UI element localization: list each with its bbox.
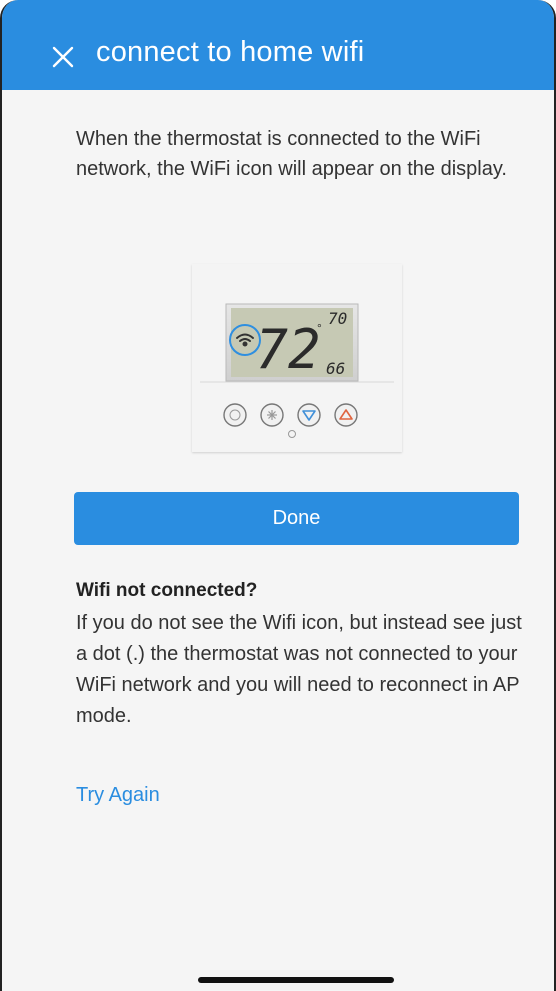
up-arrow-icon (334, 403, 358, 427)
header-bar: connect to home wifi (2, 0, 554, 90)
done-button[interactable]: Done (74, 492, 519, 545)
help-title: Wifi not connected? (76, 580, 258, 601)
close-button[interactable] (46, 40, 80, 74)
close-icon (52, 46, 74, 68)
help-text: If you do not see the Wifi icon, but ins… (76, 612, 522, 727)
down-arrow-icon (297, 403, 321, 427)
mode-button-icon (223, 403, 247, 427)
thermostat-set-high: 70 (328, 309, 347, 328)
thermostat-image: 72 ° 70 66 (192, 264, 402, 452)
thermostat-set-low: 66 (326, 359, 345, 378)
fan-button-icon (260, 403, 284, 427)
instruction-text: When the thermostat is connected to the … (76, 128, 507, 180)
home-indicator[interactable] (198, 977, 394, 983)
page-title: connect to home wifi (96, 36, 365, 68)
thermostat-main-temp: 72 (255, 318, 320, 381)
screen: connect to home wifi When the thermostat… (0, 0, 556, 991)
degree-mark: ° (317, 321, 322, 335)
try-again-link[interactable]: Try Again (76, 784, 160, 807)
